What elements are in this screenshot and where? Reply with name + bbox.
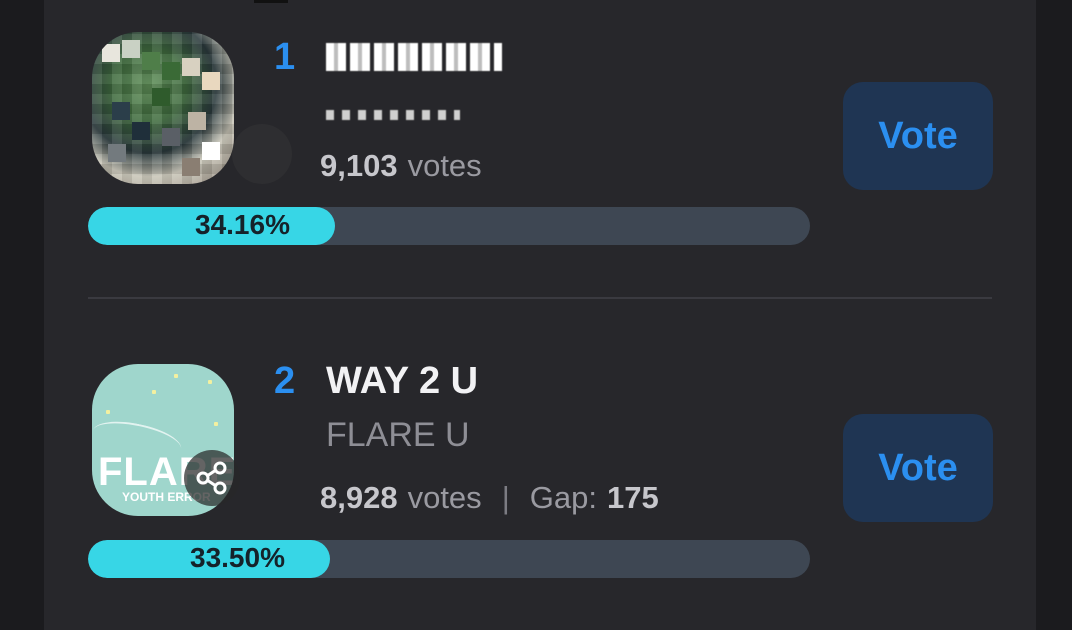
entry-2-progress-bar: 33.50% [88, 540, 810, 578]
entry-2-vote-count: 8,928 [320, 480, 398, 515]
entry-1-title-redacted [326, 38, 502, 81]
entry-2-rank: 2 [274, 360, 296, 402]
meta-separator: | [501, 480, 510, 515]
share-button[interactable] [184, 450, 240, 506]
entry-1-thumbnail[interactable] [92, 32, 234, 184]
entry-1-rank: 1 [274, 36, 296, 78]
gap-label: Gap: [529, 480, 597, 515]
vote-button[interactable]: Vote [843, 82, 993, 190]
share-button[interactable] [232, 124, 292, 184]
entry-1-percent-label: 34.16% [195, 209, 290, 240]
entry-2-percent-label: 33.50% [190, 542, 285, 573]
share-icon [196, 461, 227, 495]
gap-value: 175 [606, 480, 659, 515]
ranking-panel: 1 9,103 votes Vote 34.16% FLARE YOUTH ER… [44, 0, 1036, 630]
ranking-entry-1: 1 9,103 votes Vote 34.16% [44, 0, 1036, 296]
entry-2-votes: 8,928 votes | Gap: 175 [320, 480, 659, 516]
entry-1-votes: 9,103 votes [320, 148, 482, 184]
entry-2-artist: FLARE U [326, 416, 470, 454]
ranking-entry-2: FLARE YOUTH ERROR 2 WAY 2 U FLARE U 8,92… [44, 300, 1036, 630]
entry-1-artist-redacted [326, 90, 460, 129]
entry-1-votes-suffix: votes [407, 148, 482, 183]
entry-divider [88, 297, 992, 299]
entry-2-votes-suffix: votes [407, 480, 482, 515]
entry-1-progress-bar: 34.16% [88, 207, 810, 245]
entry-2-title: WAY 2 U [326, 360, 479, 402]
vote-button[interactable]: Vote [843, 414, 993, 522]
entry-1-vote-count: 9,103 [320, 148, 398, 183]
